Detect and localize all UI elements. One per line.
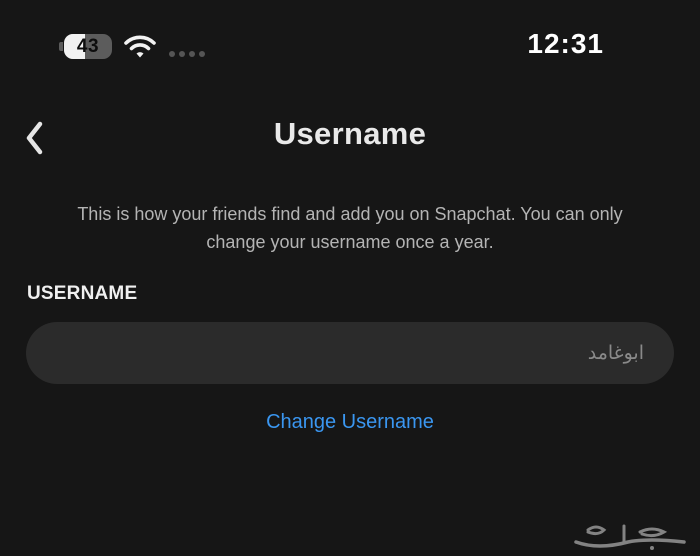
battery-tip — [59, 42, 63, 51]
watermark-logo — [574, 524, 686, 550]
battery-level: 43 — [76, 36, 100, 57]
battery-icon: 43 — [64, 34, 112, 59]
cellular-signal-icon — [169, 51, 205, 57]
change-username-link[interactable]: Change Username — [0, 411, 700, 434]
username-label: USERNAME — [27, 283, 138, 304]
wifi-icon — [124, 35, 156, 58]
description-text: This is how your friends find and add yo… — [77, 204, 623, 252]
status-bar: 43 12:31 — [0, 0, 700, 96]
username-field[interactable] — [26, 322, 674, 384]
page-title: Username — [273, 116, 427, 151]
status-time: 12:31 — [527, 28, 604, 59]
